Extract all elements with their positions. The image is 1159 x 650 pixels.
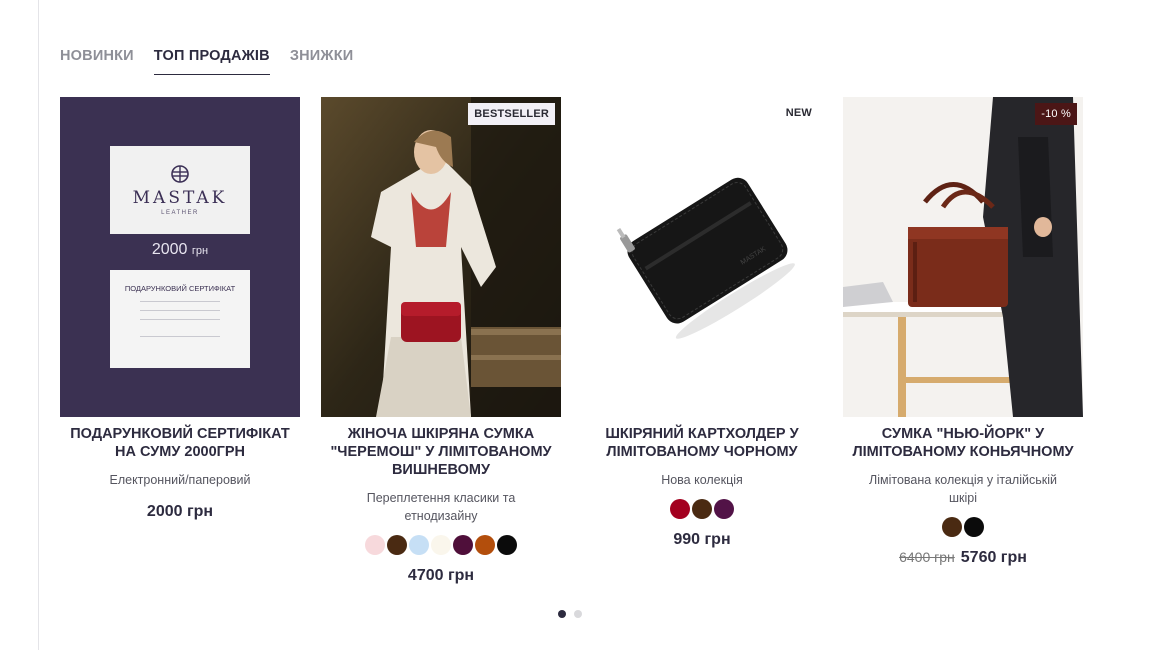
product-card[interactable]: MASTAK NEW ШКІРЯНИЙ КАРТХОЛДЕР У ЛІМІТОВ…	[582, 97, 822, 585]
certificate-front: MASTAK LEATHER	[110, 146, 250, 234]
product-title[interactable]: СУМКА "НЬЮ-ЙОРК" У ЛІМІТОВАНОМУ КОНЬЯЧНО…	[843, 425, 1083, 461]
price-row: 990 грн	[673, 531, 730, 549]
product-price: 990 грн	[673, 531, 731, 548]
price-row: 4700 грн	[408, 567, 474, 585]
brand-subtitle: LEATHER	[161, 210, 199, 216]
woman-with-cognac-bag-photo	[843, 97, 1083, 417]
color-swatch-brown[interactable]	[387, 535, 407, 555]
certificate-back: ПОДАРУНКОВИЙ СЕРТИФІКАТ	[110, 270, 250, 368]
product-title[interactable]: ЖІНОЧА ШКІРЯНА СУМКА "ЧЕРЕМОШ" У ЛІМІТОВ…	[321, 425, 561, 479]
color-swatch-brown[interactable]	[692, 499, 712, 519]
product-image[interactable]: MASTAK LEATHER 2000 грн ПОДАРУНКОВИЙ СЕР…	[60, 97, 300, 417]
tab-discounts[interactable]: ЗНИЖКИ	[290, 48, 354, 75]
product-image[interactable]: BESTSELLER	[321, 97, 561, 417]
product-tabs: НОВИНКИ ТОП ПРОДАЖІВ ЗНИЖКИ	[60, 48, 353, 75]
product-price: 4700 грн	[407, 567, 475, 584]
product-title[interactable]: ШКІРЯНИЙ КАРТХОЛДЕР У ЛІМІТОВАНОМУ ЧОРНО…	[582, 425, 822, 461]
color-swatch-cognac[interactable]	[475, 535, 495, 555]
color-swatch-black[interactable]	[497, 535, 517, 555]
tab-top-sales[interactable]: ТОП ПРОДАЖІВ	[153, 48, 270, 75]
product-card[interactable]: BESTSELLER ЖІНОЧА ШКІРЯНА СУМКА "ЧЕРЕМОШ…	[321, 97, 561, 585]
product-image[interactable]: -10 %	[843, 97, 1083, 417]
product-subtitle: Переплетення класики та етнодизайну	[366, 491, 516, 523]
product-subtitle: Нова колекція	[661, 473, 743, 487]
color-swatch-red[interactable]	[670, 499, 690, 519]
price-row: 6400 грн 5760 грн	[899, 549, 1027, 567]
divider	[140, 319, 220, 320]
certificate-title: ПОДАРУНКОВИЙ СЕРТИФІКАТ	[124, 284, 236, 293]
color-swatch-light-blue[interactable]	[409, 535, 429, 555]
color-swatch-black[interactable]	[964, 517, 984, 537]
product-price: 2000 грн	[146, 503, 214, 520]
product-carousel: MASTAK LEATHER 2000 грн ПОДАРУНКОВИЙ СЕР…	[60, 97, 1083, 585]
tab-new[interactable]: НОВИНКИ	[60, 48, 134, 75]
brand-name: MASTAK	[132, 188, 228, 208]
divider	[140, 336, 220, 337]
woman-with-red-bag-photo	[321, 97, 561, 417]
color-swatch-plum[interactable]	[453, 535, 473, 555]
product-card[interactable]: MASTAK LEATHER 2000 грн ПОДАРУНКОВИЙ СЕР…	[60, 97, 300, 585]
pagination-dot-1[interactable]	[558, 610, 566, 618]
left-divider	[38, 0, 39, 650]
product-price: 5760 грн	[960, 549, 1027, 566]
product-subtitle: Електронний/паперовий	[109, 473, 251, 487]
product-title[interactable]: ПОДАРУНКОВИЙ СЕРТИФІКАТ НА СУМУ 2000ГРН	[60, 425, 300, 461]
color-swatch-ivory[interactable]	[431, 535, 451, 555]
pagination-dot-2[interactable]	[574, 610, 582, 618]
bestseller-badge: BESTSELLER	[468, 103, 555, 125]
new-badge: NEW	[785, 107, 812, 119]
product-subtitle: Лімітована колекція у італійській шкірі	[869, 473, 1057, 505]
certificate-amount: 2000 грн	[151, 241, 209, 258]
black-cardholder-photo: MASTAK	[616, 177, 795, 339]
price-row: 2000 грн	[147, 503, 213, 521]
product-card[interactable]: -10 % СУМКА "НЬЮ-ЙОРК" У ЛІМІТОВАНОМУ КО…	[843, 97, 1083, 585]
color-swatches	[670, 499, 734, 519]
color-swatch-plum[interactable]	[714, 499, 734, 519]
discount-badge: -10 %	[1035, 103, 1077, 125]
color-swatch-pink[interactable]	[365, 535, 385, 555]
divider	[140, 301, 220, 302]
brand-logo-icon	[171, 165, 189, 183]
color-swatch-brown[interactable]	[942, 517, 962, 537]
color-swatches	[942, 517, 984, 537]
divider	[140, 310, 220, 311]
color-swatches	[365, 535, 517, 555]
old-price: 6400 грн	[899, 549, 955, 565]
carousel-pagination	[558, 610, 582, 618]
product-image[interactable]: MASTAK NEW	[582, 97, 822, 417]
